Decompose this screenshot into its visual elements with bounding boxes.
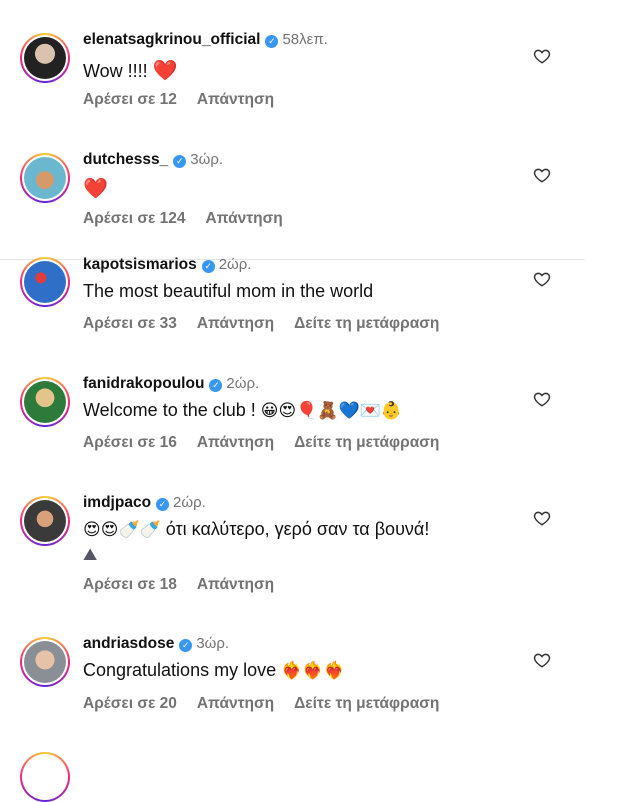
timestamp: 3ώρ.	[190, 151, 224, 168]
avatar[interactable]	[24, 381, 66, 423]
see-translation-button[interactable]: Δείτε τη μετάφραση	[294, 434, 439, 451]
comment-body: Wow !!!!	[83, 61, 148, 81]
comment-header: kapotsismarios ✓ 2ώρ.	[83, 256, 251, 274]
username[interactable]: elenatsagkrinou_official	[83, 31, 260, 48]
avatar-ring[interactable]	[20, 153, 70, 203]
username[interactable]: andriasdose	[83, 635, 174, 652]
username[interactable]: kapotsismarios	[83, 256, 197, 273]
verified-badge-icon: ✓	[173, 155, 187, 168]
comment-text: ❤️	[83, 176, 108, 200]
heart-emoji: ❤️	[83, 176, 108, 200]
comment-body: Congratulations my love	[83, 660, 277, 680]
heart-outline-icon[interactable]	[533, 47, 551, 65]
reply-button[interactable]: Απάντηση	[205, 210, 282, 227]
heart-outline-icon[interactable]	[533, 270, 551, 288]
emoji-sequence: 😀😍🎈🧸💙💌👶	[260, 401, 403, 421]
comment-actions: Αρέσει σε 18 Απάντηση	[83, 576, 294, 594]
comment-text-line2: ⛰	[83, 544, 97, 565]
reply-button[interactable]: Απάντηση	[197, 91, 274, 108]
likes-count[interactable]: Αρέσει σε 124	[83, 210, 185, 227]
likes-count[interactable]: Αρέσει σε 18	[83, 576, 177, 593]
timestamp: 2ώρ.	[226, 375, 260, 392]
timestamp: 2ώρ.	[173, 494, 206, 511]
likes-count[interactable]: Αρέσει σε 33	[83, 315, 177, 332]
timestamp: 3ώρ.	[196, 635, 230, 652]
likes-count[interactable]: Αρέσει σε 16	[83, 434, 177, 451]
timestamp: 2ώρ.	[218, 256, 252, 273]
reply-button[interactable]: Απάντηση	[197, 576, 274, 593]
avatar[interactable]	[24, 157, 66, 199]
reply-button[interactable]: Απάντηση	[197, 434, 274, 451]
comment-actions: Αρέσει σε 33 Απάντηση Δείτε τη μετάφραση	[83, 315, 459, 333]
verified-badge-icon: ✓	[209, 379, 223, 392]
comment-body: The most beautiful mom in the world	[83, 281, 374, 301]
username[interactable]: fanidrakopoulou	[83, 375, 204, 392]
avatar-ring[interactable]	[20, 377, 70, 427]
comment-body: ότι καλύτερο, γερό σαν τα βουνά!	[165, 519, 430, 539]
avatar-ring[interactable]	[20, 637, 70, 687]
comment-header: fanidrakopoulou ✓ 2ώρ.	[83, 375, 259, 393]
heart-outline-icon[interactable]	[533, 651, 551, 669]
avatar-ring-partial[interactable]	[20, 752, 70, 802]
avatar[interactable]	[24, 261, 66, 303]
heart-outline-icon[interactable]	[533, 509, 551, 527]
avatar[interactable]	[24, 641, 66, 683]
heart-outline-icon[interactable]	[533, 166, 551, 184]
comment-text: Congratulations my love ❤️‍🔥❤️‍🔥❤️‍🔥	[83, 660, 345, 681]
reply-button[interactable]: Απάντηση	[197, 695, 274, 712]
see-translation-button[interactable]: Δείτε τη μετάφραση	[294, 315, 439, 332]
comment-text: 😍😍🍼🍼 ότι καλύτερο, γερό σαν τα βουνά!	[83, 519, 429, 540]
timestamp: 58λεπ.	[282, 31, 328, 48]
avatar-ring[interactable]	[20, 257, 70, 307]
comment-actions: Αρέσει σε 20 Απάντηση Δείτε τη μετάφραση	[83, 695, 459, 713]
comment-text: Welcome to the club ! 😀😍🎈🧸💙💌👶	[83, 400, 402, 421]
comment-actions: Αρέσει σε 16 Απάντηση Δείτε τη μετάφραση	[83, 434, 459, 452]
heart-emoji: ❤️	[152, 58, 178, 82]
likes-count[interactable]: Αρέσει σε 20	[83, 695, 177, 712]
username[interactable]: dutchesss_	[83, 151, 168, 168]
likes-count[interactable]: Αρέσει σε 12	[83, 91, 177, 108]
comment-header: andriasdose ✓ 3ώρ.	[83, 635, 229, 653]
comment-text: The most beautiful mom in the world	[83, 281, 373, 302]
heart-outline-icon[interactable]	[533, 390, 551, 408]
comment-header: elenatsagkrinou_official ✓ 58λεπ.	[83, 31, 328, 49]
comment-body: Welcome to the club !	[83, 400, 256, 420]
emoji-sequence: ❤️‍🔥❤️‍🔥❤️‍🔥	[281, 661, 345, 681]
comment-actions: Αρέσει σε 124 Απάντηση	[83, 210, 303, 228]
emoji-sequence: 😍😍🍼🍼	[83, 520, 161, 540]
reply-button[interactable]: Απάντηση	[197, 315, 274, 332]
avatar-ring[interactable]	[20, 496, 70, 546]
comment-header: imdjpaco ✓ 2ώρ.	[83, 494, 206, 512]
avatar[interactable]	[24, 37, 66, 79]
avatar[interactable]	[24, 500, 66, 542]
username[interactable]: imdjpaco	[83, 494, 151, 511]
avatar-ring[interactable]	[20, 33, 70, 83]
comment-actions: Αρέσει σε 12 Απάντηση	[83, 91, 294, 109]
mountain-emoji: ⛰	[83, 545, 98, 565]
verified-badge-icon: ✓	[201, 260, 215, 273]
comment-header: dutchesss_ ✓ 3ώρ.	[83, 151, 223, 169]
see-translation-button[interactable]: Δείτε τη μετάφραση	[294, 695, 439, 712]
verified-badge-icon: ✓	[156, 498, 170, 511]
verified-badge-icon: ✓	[265, 35, 279, 48]
verified-badge-icon: ✓	[179, 639, 193, 652]
comment-text: Wow !!!! ❤️	[83, 58, 178, 82]
